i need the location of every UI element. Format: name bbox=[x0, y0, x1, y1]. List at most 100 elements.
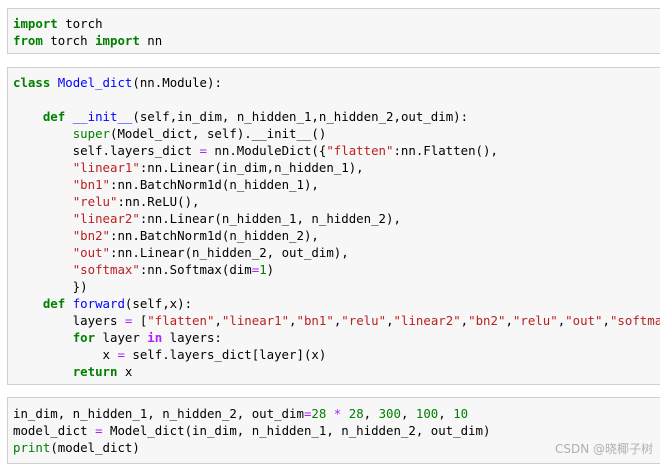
code-text: nn bbox=[139, 33, 163, 48]
string-literal: "linear2" bbox=[393, 313, 461, 328]
code-text: x bbox=[13, 347, 118, 362]
code-text: layers: bbox=[162, 330, 222, 345]
code-text: :nn.Linear(n_hidden_2, out_dim), bbox=[110, 245, 349, 260]
string-literal: "bn1" bbox=[296, 313, 334, 328]
number-literal: 10 bbox=[453, 406, 469, 421]
code-line: layers = ["flatten","linear1","bn1","rel… bbox=[13, 312, 660, 329]
import-cell[interactable]: import torch from torch import nn bbox=[7, 8, 660, 54]
string-literal: "relu" bbox=[341, 313, 387, 328]
code-input[interactable]: import torch from torch import nn bbox=[8, 9, 660, 49]
class-cell[interactable]: class Model_dict(nn.Module): def __init_… bbox=[7, 67, 660, 385]
code-line: from torch import nn bbox=[13, 32, 660, 49]
code-line: "linear2":nn.Linear(n_hidden_1, n_hidden… bbox=[13, 210, 660, 227]
string-literal: "bn2" bbox=[468, 313, 506, 328]
code-text: , bbox=[505, 313, 513, 328]
code-text: }) bbox=[13, 279, 88, 294]
code-text: , bbox=[438, 406, 454, 421]
string-literal: "linear1" bbox=[72, 160, 140, 175]
string-literal: "relu" bbox=[72, 194, 118, 209]
watermark: CSDN @晓椰子树 bbox=[554, 442, 653, 456]
string-literal: "linear2" bbox=[72, 211, 140, 226]
code-line: "softmax":nn.Softmax(dim=1) bbox=[13, 261, 660, 278]
code-line: model_dict = Model_dict(in_dim, n_hidden… bbox=[13, 422, 660, 439]
code-text: (self,in_dim, n_hidden_1,n_hidden_2,out_… bbox=[132, 109, 469, 124]
code-text: nn.ModuleDict({ bbox=[206, 143, 327, 158]
string-literal: "bn1" bbox=[72, 177, 110, 192]
string-literal: "flatten" bbox=[326, 143, 394, 158]
code-text: x bbox=[117, 364, 133, 379]
string-literal: "softmax" bbox=[72, 262, 140, 277]
code-text: (nn.Module): bbox=[132, 75, 222, 90]
code-text: self.layers_dict bbox=[13, 143, 200, 158]
code-text: Model_dict(in_dim, n_hidden_1, n_hidden_… bbox=[102, 423, 491, 438]
keyword: return bbox=[72, 364, 118, 379]
operator: = bbox=[95, 423, 103, 438]
code-text: torch bbox=[42, 33, 96, 48]
number-literal: 28 bbox=[348, 406, 364, 421]
code-text: in_dim, n_hidden_1, n_hidden_2, out_dim bbox=[13, 406, 304, 421]
operator: = bbox=[117, 347, 125, 362]
code-text: torch bbox=[57, 16, 103, 31]
code-text: , bbox=[363, 406, 379, 421]
keyword: def bbox=[42, 109, 66, 124]
keyword: import bbox=[13, 16, 58, 31]
code-line: for layer in layers: bbox=[13, 329, 660, 346]
code-line: x = self.layers_dict[layer](x) bbox=[13, 346, 660, 363]
builtin: print bbox=[13, 440, 51, 455]
number-literal: 1 bbox=[259, 262, 267, 277]
code-text: self.layers_dict[layer](x) bbox=[124, 347, 327, 362]
code-text: layer bbox=[95, 330, 148, 345]
number-literal: 100 bbox=[415, 406, 439, 421]
code-text: :nn.ReLU(), bbox=[117, 194, 200, 209]
builtin: super bbox=[72, 126, 110, 141]
code-text: , bbox=[400, 406, 416, 421]
operator: = bbox=[199, 143, 207, 158]
code-text: :nn.Softmax(dim bbox=[139, 262, 252, 277]
string-literal: "linear1" bbox=[221, 313, 290, 328]
code-text: (Model_dict, self).__init__() bbox=[110, 126, 327, 141]
code-line: super(Model_dict, self).__init__() bbox=[13, 125, 660, 142]
keyword: for bbox=[72, 330, 96, 345]
code-text: :nn.BatchNorm1d(n_hidden_1), bbox=[110, 177, 319, 192]
code-text: , bbox=[386, 313, 394, 328]
function-name: forward bbox=[72, 296, 125, 311]
code-line: self.layers_dict = nn.ModuleDict({"flatt… bbox=[13, 142, 660, 159]
code-text: , bbox=[289, 313, 297, 328]
number-literal: 28 bbox=[311, 406, 327, 421]
string-literal: "flatten" bbox=[147, 313, 215, 328]
code-line: "relu":nn.ReLU(), bbox=[13, 193, 660, 210]
code-text: , bbox=[214, 313, 222, 328]
code-input[interactable]: class Model_dict(nn.Module): def __init_… bbox=[8, 68, 660, 380]
code-text: :nn.Linear(in_dim,n_hidden_1), bbox=[139, 160, 364, 175]
string-literal: "out" bbox=[565, 313, 603, 328]
code-text: ) bbox=[266, 262, 275, 277]
code-line: "linear1":nn.Linear(in_dim,n_hidden_1), bbox=[13, 159, 660, 176]
code-text: :nn.Linear(n_hidden_1, n_hidden_2), bbox=[139, 211, 401, 226]
string-literal: "relu" bbox=[512, 313, 558, 328]
keyword: class bbox=[13, 75, 51, 90]
code-line: }) bbox=[13, 278, 660, 295]
code-text: (self,x): bbox=[124, 296, 193, 311]
operator-keyword: in bbox=[147, 330, 163, 345]
code-line: def __init__(self,in_dim, n_hidden_1,n_h… bbox=[13, 108, 660, 125]
code-line: in_dim, n_hidden_1, n_hidden_2, out_dim=… bbox=[13, 405, 660, 422]
code-line: return x bbox=[13, 363, 660, 380]
code-text: [ bbox=[132, 313, 148, 328]
code-line: "out":nn.Linear(n_hidden_2, out_dim), bbox=[13, 244, 660, 261]
